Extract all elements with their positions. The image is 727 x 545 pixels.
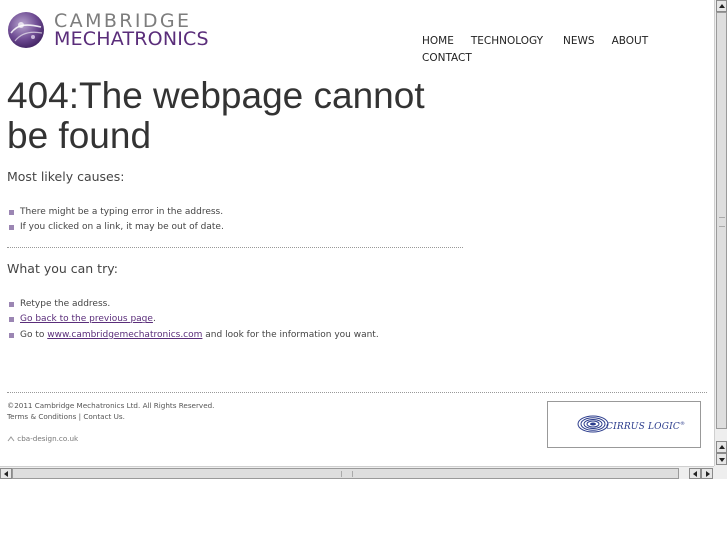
scroll-down-button[interactable] — [716, 453, 727, 465]
square-bullet-icon — [9, 225, 14, 231]
horizontal-scroll-thumb[interactable] — [12, 468, 679, 479]
square-bullet-icon — [9, 302, 14, 307]
cirrus-logic-icon — [577, 415, 609, 433]
list-item: Go to www.cambridgemechatronics.com and … — [9, 328, 379, 343]
chevron-down-icon — [719, 458, 725, 462]
nav-contact[interactable]: CONTACT — [422, 50, 472, 67]
list-item: Go back to the previous page. — [9, 312, 379, 327]
scroll-right-button[interactable] — [701, 468, 713, 479]
sponsor-name: CIRRUS LOGIC® — [606, 421, 685, 432]
scrollbar-corner — [714, 466, 727, 479]
site-logo[interactable]: CAMBRIDGE MECHATRONICS — [7, 11, 209, 51]
grip-icon — [341, 471, 353, 477]
list-item: If you clicked on a link, it may be out … — [9, 220, 224, 235]
scroll-up-button[interactable] — [716, 0, 727, 12]
go-back-link[interactable]: Go back to the previous page — [20, 314, 153, 324]
vertical-scroll-thumb[interactable] — [716, 12, 727, 429]
list-item: Retype the address. — [9, 297, 379, 312]
square-bullet-icon — [9, 332, 14, 338]
cambridge-mechatronics-logo-icon — [8, 12, 44, 48]
try-heading: What you can try: — [7, 261, 118, 276]
causes-heading: Most likely causes: — [7, 169, 125, 184]
square-bullet-icon — [9, 317, 14, 323]
nav-news[interactable]: NEWS — [563, 33, 595, 50]
terms-link[interactable]: Terms & Conditions — [7, 412, 76, 421]
designer-credit[interactable]: cba-design.co.uk — [7, 434, 78, 443]
try-list: Retype the address. Go back to the previ… — [9, 297, 379, 343]
copyright-text: ©2011 Cambridge Mechatronics Ltd. All Ri… — [7, 401, 215, 410]
retype-text: Retype the address. — [20, 299, 111, 309]
chevron-right-icon — [706, 471, 710, 477]
sponsor-trademark: ® — [680, 421, 686, 427]
logo-text-mechatronics: MECHATRONICS — [54, 28, 209, 50]
chevron-up-icon — [719, 445, 725, 449]
horizontal-scrollbar[interactable] — [0, 466, 714, 479]
vertical-scrollbar[interactable] — [714, 0, 727, 466]
divider — [7, 247, 463, 248]
page-title: 404:The webpage cannot be found — [7, 75, 425, 156]
scroll-up-button-lower[interactable] — [716, 441, 727, 453]
footer-links: Terms & Conditions | Contact Us. — [7, 412, 214, 423]
nav-about[interactable]: ABOUT — [612, 33, 649, 50]
causes-list: There might be a typing error in the add… — [9, 205, 224, 236]
main-nav: HOME TECHNOLOGY NEWS ABOUT CONTACT — [422, 33, 682, 67]
chevron-left-icon — [693, 471, 697, 477]
goto-suffix: and look for the information you want. — [202, 329, 379, 340]
credit-text: cba-design.co.uk — [17, 434, 79, 443]
sponsor-label: CIRRUS LOGIC — [606, 422, 680, 432]
cirrus-logic-banner[interactable]: CIRRUS LOGIC® — [547, 401, 701, 448]
footer: ©2011 Cambridge Mechatronics Ltd. All Ri… — [7, 401, 214, 423]
chevron-left-icon — [4, 471, 8, 477]
scroll-left-button-right[interactable] — [689, 468, 701, 479]
go-back-suffix: . — [152, 314, 156, 325]
scroll-left-button[interactable] — [0, 468, 12, 479]
nav-technology[interactable]: TECHNOLOGY — [471, 33, 543, 50]
nav-home[interactable]: HOME — [422, 33, 454, 50]
goto-prefix: Go to — [20, 329, 48, 340]
footer-divider — [7, 392, 707, 393]
page-viewport: CAMBRIDGE MECHATRONICS HOME TECHNOLOGY NEW… — [0, 0, 714, 466]
cause-text: If you clicked on a link, it may be out … — [20, 222, 224, 233]
cba-design-icon — [7, 435, 15, 441]
square-bullet-icon — [9, 210, 14, 215]
contact-link[interactable]: Contact Us. — [83, 412, 125, 421]
grip-icon — [719, 217, 725, 227]
list-item: There might be a typing error in the add… — [9, 205, 224, 220]
cause-text: There might be a typing error in the add… — [20, 207, 224, 217]
chevron-up-icon — [719, 4, 725, 8]
homepage-link[interactable]: www.cambridgemechatronics.com — [47, 330, 202, 340]
